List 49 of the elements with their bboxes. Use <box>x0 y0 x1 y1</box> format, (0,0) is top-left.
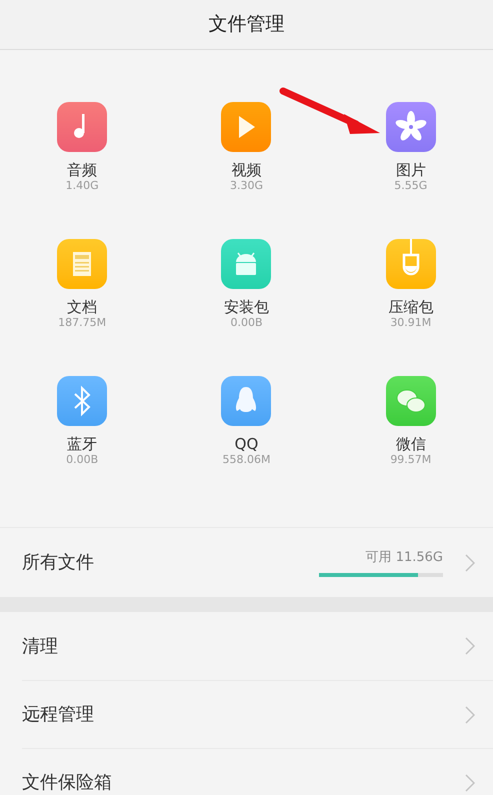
category-size: 5.55G <box>394 179 428 193</box>
category-button[interactable]: QQ 558.06M <box>221 376 272 467</box>
penguin-icon <box>221 376 272 426</box>
category-button[interactable]: 安装包 0.00B <box>221 239 272 330</box>
category-size: 3.30G <box>230 179 263 193</box>
category-label: 文档 <box>67 298 98 316</box>
category-label: 蓝牙 <box>67 435 98 453</box>
category-button[interactable]: 蓝牙 0.00B <box>57 376 108 467</box>
play-icon <box>221 102 272 152</box>
category-button[interactable]: 音频 1.40G <box>57 102 108 193</box>
category-button[interactable]: 视频 3.30G <box>221 102 272 193</box>
category-button[interactable]: 压缩包 30.91M <box>386 239 436 330</box>
available-space: 可用 11.56G <box>366 548 443 567</box>
flower-icon <box>386 102 436 152</box>
row-label: 文件保险箱 <box>22 771 113 795</box>
category-button[interactable]: 图片 5.55G <box>386 102 436 193</box>
chevron-icon <box>465 706 475 724</box>
chevron-icon <box>465 637 475 655</box>
row-label: 远程管理 <box>22 703 95 727</box>
category-size: 558.06M <box>222 453 270 467</box>
android-icon <box>221 239 272 289</box>
category-size: 1.40G <box>66 179 99 193</box>
chat-bubbles-icon <box>386 376 436 426</box>
category-button[interactable]: 文档 187.75M <box>57 239 108 330</box>
category-button[interactable]: 微信 99.57M <box>386 376 436 467</box>
category-label: 图片 <box>396 161 426 179</box>
category-label: 安装包 <box>224 298 269 316</box>
chevron-icon <box>465 774 475 792</box>
row-label: 清理 <box>22 634 59 658</box>
category-label: 视频 <box>231 161 262 179</box>
bluetooth-icon <box>57 376 108 426</box>
category-label: 压缩包 <box>388 298 434 316</box>
category-label: QQ <box>234 435 258 453</box>
menu-row[interactable]: 文件保险箱 <box>22 748 493 795</box>
document-icon <box>57 239 108 289</box>
category-size: 99.57M <box>390 453 432 467</box>
category-size: 187.75M <box>58 316 106 330</box>
category-size: 0.00B <box>66 453 98 467</box>
page-title: 文件管理 <box>208 12 284 38</box>
chevron-icon <box>465 554 475 572</box>
category-label: 音频 <box>67 161 98 179</box>
menu-row[interactable]: 远程管理 <box>22 680 493 748</box>
music-note-icon <box>57 102 108 152</box>
menu-row[interactable]: 清理 <box>22 612 493 680</box>
row-label: 所有文件 <box>22 551 95 575</box>
category-label: 微信 <box>396 435 426 453</box>
zip-icon <box>386 239 436 289</box>
category-size: 30.91M <box>390 316 432 330</box>
category-size: 0.00B <box>230 316 262 330</box>
